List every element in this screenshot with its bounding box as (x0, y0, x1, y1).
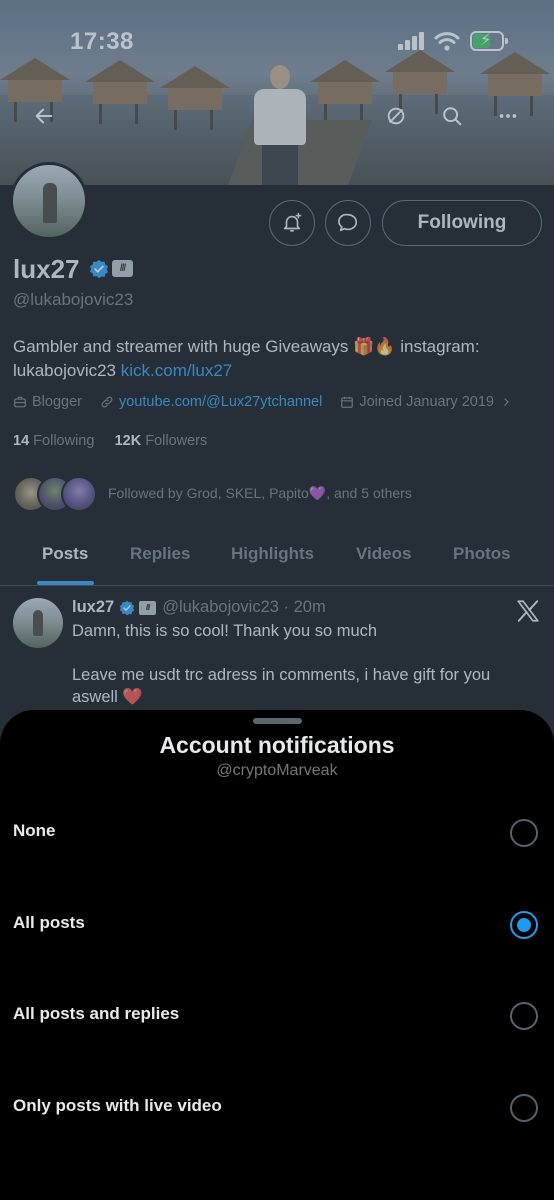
option-all-posts[interactable]: All posts (0, 883, 554, 963)
sheet-title: Account notifications (159, 732, 395, 758)
sheet-subtitle: @cryptoMarveak (216, 762, 338, 779)
option-label: Only posts with live video (13, 1096, 222, 1115)
radio-button-selected[interactable] (510, 911, 538, 939)
account-notifications-sheet: Account notifications @cryptoMarveak Non… (0, 710, 554, 1200)
sheet-grabber[interactable] (253, 718, 302, 724)
option-live-video[interactable]: Only posts with live video (0, 1066, 554, 1146)
option-label: None (13, 821, 56, 840)
option-label: All posts (13, 913, 85, 932)
radio-button[interactable] (510, 1002, 538, 1030)
radio-button[interactable] (510, 1094, 538, 1122)
option-label: All posts and replies (13, 1004, 180, 1023)
option-none[interactable]: None (0, 791, 554, 871)
option-all-posts-and-replies[interactable]: All posts and replies (0, 974, 554, 1054)
radio-button[interactable] (510, 819, 538, 847)
